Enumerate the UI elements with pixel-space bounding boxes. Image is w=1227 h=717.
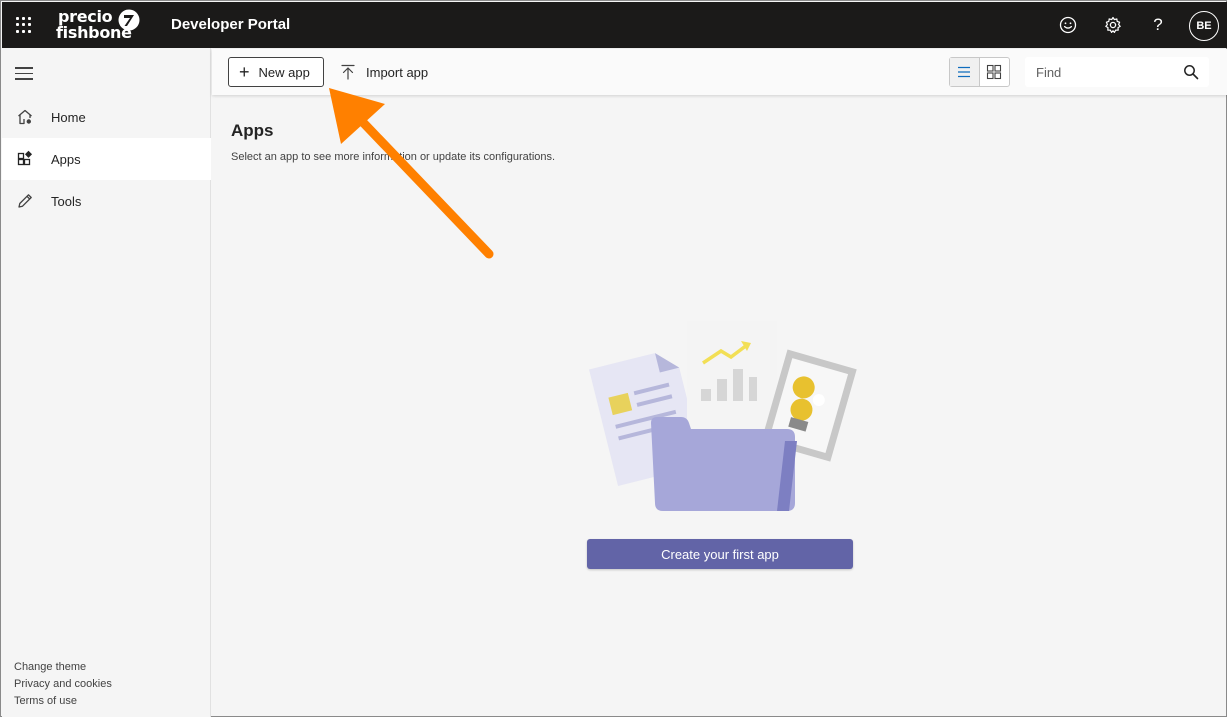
portal-title: Developer Portal xyxy=(171,16,291,33)
grid-view-button[interactable] xyxy=(980,58,1009,86)
hamburger-menu-icon[interactable] xyxy=(15,67,33,81)
waffle-icon[interactable] xyxy=(14,15,34,35)
gear-icon[interactable] xyxy=(1101,13,1125,37)
pencil-icon xyxy=(16,192,34,210)
command-bar: + New app Import app xyxy=(212,49,1227,95)
annotation-arrow-icon xyxy=(329,88,494,259)
window-frame: precio fishbone Developer Portal ? BE Ho… xyxy=(0,0,1227,717)
home-icon xyxy=(16,108,34,126)
search-input[interactable] xyxy=(1036,64,1176,80)
page-subtitle: Select an app to see more information or… xyxy=(231,151,556,163)
privacy-link[interactable]: Privacy and cookies xyxy=(14,678,112,690)
logo-mark-icon xyxy=(118,9,140,31)
sidebar-item-label: Tools xyxy=(51,193,82,209)
view-toggle xyxy=(949,57,1010,87)
search-icon[interactable] xyxy=(1183,64,1199,80)
terms-link[interactable]: Terms of use xyxy=(14,695,112,707)
brand-logo[interactable]: precio fishbone xyxy=(56,8,146,44)
create-first-app-button[interactable]: Create your first app xyxy=(587,539,853,569)
list-view-button[interactable] xyxy=(950,58,980,86)
sidebar-item-label: Home xyxy=(51,109,86,125)
sidebar: Home Apps Tools Change theme Privacy and… xyxy=(2,48,211,717)
help-icon[interactable]: ? xyxy=(1146,13,1170,37)
upload-icon xyxy=(341,64,355,80)
import-app-label: Import app xyxy=(366,64,429,80)
sidebar-item-label: Apps xyxy=(51,151,81,167)
sidebar-item-home[interactable]: Home xyxy=(2,96,211,138)
list-view-icon xyxy=(958,66,971,78)
grid-view-icon xyxy=(987,64,1002,80)
sidebar-footer: Change theme Privacy and cookies Terms o… xyxy=(14,656,112,707)
import-app-button[interactable]: Import app xyxy=(340,57,428,87)
apps-icon xyxy=(16,150,34,168)
change-theme-link[interactable]: Change theme xyxy=(14,661,112,673)
empty-state-illustration xyxy=(589,321,857,511)
logo-line1: precio xyxy=(58,7,113,26)
new-app-button[interactable]: + New app xyxy=(228,57,324,87)
sidebar-item-apps[interactable]: Apps xyxy=(2,138,211,180)
help-glyph: ? xyxy=(1153,15,1163,34)
smiley-icon[interactable] xyxy=(1056,13,1080,37)
new-app-label: New app xyxy=(258,64,310,80)
plus-icon: + xyxy=(239,62,250,82)
page-title: Apps xyxy=(231,121,274,140)
avatar[interactable]: BE xyxy=(1189,11,1219,41)
top-bar: precio fishbone Developer Portal ? BE xyxy=(2,2,1227,48)
sidebar-item-tools[interactable]: Tools xyxy=(2,180,211,222)
search-box xyxy=(1025,57,1209,87)
